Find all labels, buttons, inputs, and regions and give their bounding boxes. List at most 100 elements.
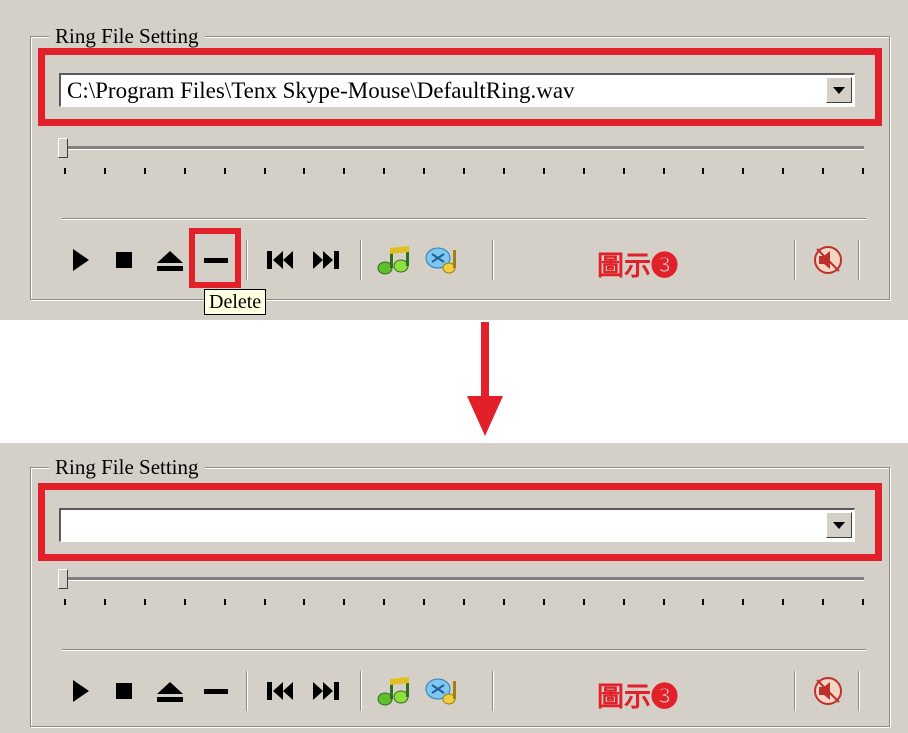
volume-slider-track[interactable]: [62, 577, 864, 581]
combo-highlight-frame: C:\Program Files\Tenx Skype-Mouse\Defaul…: [38, 48, 882, 126]
toolbar-separator: [492, 240, 494, 280]
toolbar-separator: [794, 671, 796, 711]
slider-tick: [582, 599, 585, 605]
eject-button[interactable]: [150, 236, 190, 284]
arrow-down-icon: [467, 322, 503, 436]
toolbar-separator: [246, 671, 248, 711]
delete-tooltip: Delete: [204, 289, 267, 315]
stop-button[interactable]: [106, 667, 142, 715]
combo-highlight-frame: [38, 483, 882, 561]
slider-ticks: [64, 168, 864, 174]
slider-tick: [463, 599, 465, 605]
eject-button[interactable]: [150, 667, 190, 715]
toolbar-separator: [360, 671, 362, 711]
slider-tick: [143, 168, 146, 174]
speaker-button[interactable]: [808, 667, 848, 715]
slider-tick: [183, 168, 186, 174]
chevron-down-icon: [833, 87, 845, 94]
slider-tick: [622, 168, 625, 174]
slider-tick: [263, 168, 266, 174]
slider-tick: [343, 168, 346, 174]
add-ring-button[interactable]: [372, 667, 416, 715]
slider-tick: [303, 599, 306, 605]
slider-tick: [383, 168, 386, 174]
stop-icon: [116, 252, 132, 268]
toolbar-separator: [858, 671, 860, 711]
eject-icon: [157, 251, 183, 271]
music-notes-green-icon: [377, 677, 409, 706]
slider-tick: [862, 168, 864, 174]
slider-tick: [343, 599, 346, 605]
ring-file-panel-before: Ring File Setting C:\Program Files\Tenx …: [0, 0, 908, 320]
previous-icon: [267, 682, 293, 700]
slider-tick: [662, 599, 665, 605]
edit-ring-button[interactable]: [420, 667, 464, 715]
dropdown-button[interactable]: [826, 512, 852, 538]
toolbar-separator: [360, 240, 362, 280]
figure-caption: 圖示❸: [597, 251, 678, 282]
slider-tick: [622, 599, 625, 605]
slider-tick: [423, 599, 426, 605]
slider-tick: [223, 599, 226, 605]
speaker-button[interactable]: [808, 236, 848, 284]
slider-tick: [502, 168, 505, 174]
slider-tick: [822, 599, 825, 605]
toolbar-separator: [492, 671, 494, 711]
slider-tick: [742, 168, 745, 174]
slider-tick: [223, 168, 226, 174]
ring-file-path: C:\Program Files\Tenx Skype-Mouse\Defaul…: [67, 78, 575, 103]
delete-button[interactable]: [196, 667, 236, 715]
slider-tick: [423, 168, 426, 174]
volume-slider-track[interactable]: [62, 146, 864, 150]
ring-file-combobox[interactable]: [59, 508, 855, 542]
slider-tick: [64, 599, 66, 605]
next-icon: [313, 682, 339, 700]
delete-icon: [204, 689, 228, 694]
delete-highlight-frame: [189, 228, 241, 288]
slider-tick: [64, 168, 66, 174]
toolbar-separator: [794, 240, 796, 280]
play-icon: [73, 680, 89, 702]
play-button[interactable]: [62, 667, 98, 715]
previous-button[interactable]: [260, 236, 300, 284]
slider-tick: [303, 168, 306, 174]
next-button[interactable]: [306, 667, 346, 715]
slider-ticks: [64, 599, 864, 605]
slider-tick: [502, 599, 505, 605]
divider: [62, 649, 866, 651]
add-ring-button[interactable]: [372, 236, 416, 284]
ring-file-combobox[interactable]: C:\Program Files\Tenx Skype-Mouse\Defaul…: [59, 73, 855, 107]
stop-button[interactable]: [106, 236, 142, 284]
slider-tick: [782, 168, 785, 174]
volume-slider-thumb[interactable]: [58, 138, 68, 158]
divider: [62, 218, 866, 220]
slider-tick: [742, 599, 745, 605]
dropdown-button[interactable]: [826, 77, 852, 103]
music-notes-blue-icon: [425, 678, 456, 705]
slider-tick: [782, 599, 785, 605]
previous-icon: [267, 251, 293, 269]
slider-tick: [862, 599, 864, 605]
slider-tick: [463, 168, 465, 174]
slider-tick: [822, 168, 825, 174]
previous-button[interactable]: [260, 667, 300, 715]
slider-tick: [662, 168, 665, 174]
speaker-icon: [814, 246, 842, 274]
play-icon: [73, 249, 89, 271]
slider-tick: [263, 599, 266, 605]
figure-caption: 圖示❸: [597, 682, 678, 713]
slider-tick: [582, 168, 585, 174]
next-button[interactable]: [306, 236, 346, 284]
music-notes-green-icon: [377, 246, 409, 275]
slider-tick: [103, 168, 106, 174]
stop-icon: [116, 683, 132, 699]
next-icon: [313, 251, 339, 269]
slider-tick: [702, 168, 705, 174]
edit-ring-button[interactable]: [420, 236, 464, 284]
play-button[interactable]: [62, 236, 98, 284]
music-notes-blue-icon: [425, 247, 456, 274]
ring-file-panel-after: Ring File Setting 圖示❸: [0, 443, 908, 733]
volume-slider-thumb[interactable]: [58, 569, 68, 589]
player-toolbar: 圖示❸: [62, 667, 872, 715]
slider-tick: [183, 599, 186, 605]
